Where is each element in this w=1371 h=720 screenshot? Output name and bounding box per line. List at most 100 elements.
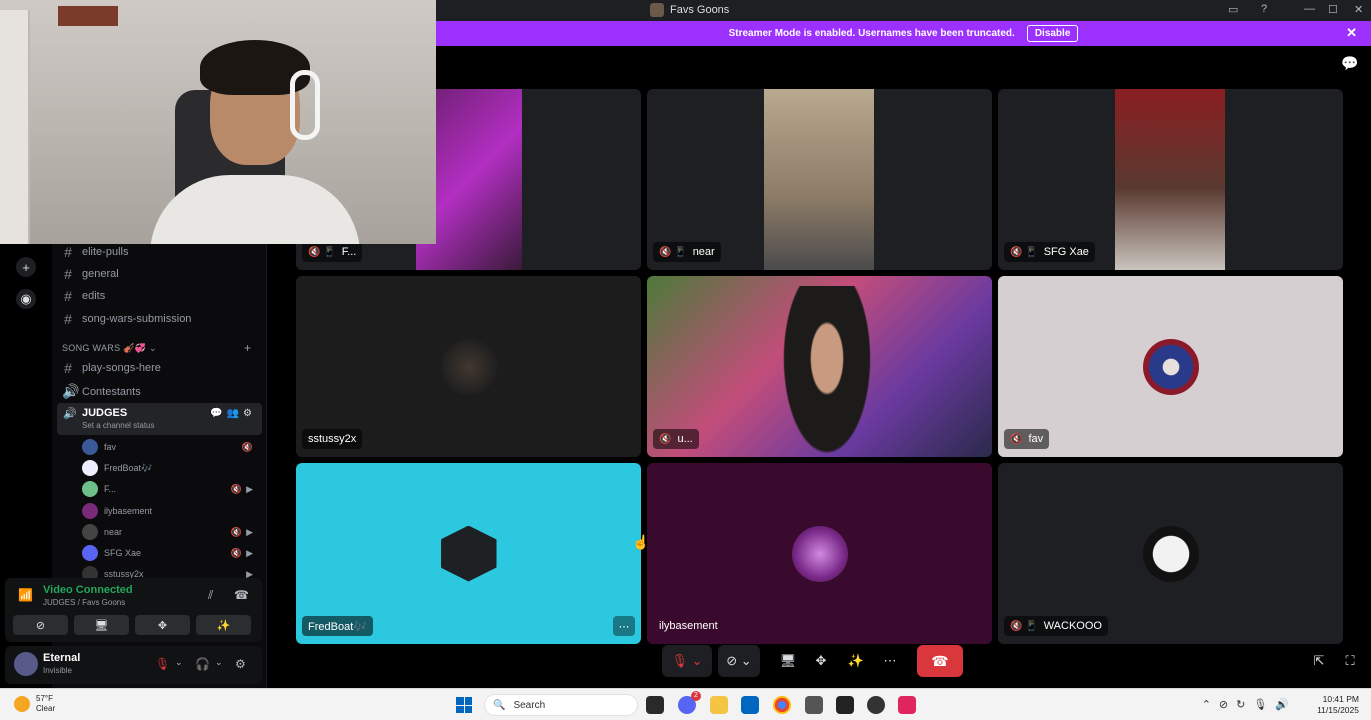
weather-widget[interactable]: 57°F Clear: [14, 694, 55, 714]
more-options-button[interactable]: ⋯: [613, 616, 635, 636]
set-channel-status[interactable]: Set a channel status: [82, 421, 155, 430]
video-tile[interactable]: 🔇 fav: [998, 276, 1343, 457]
video-feed: [777, 286, 877, 457]
server-icon: [650, 3, 664, 17]
discover-icon[interactable]: ◉: [16, 289, 36, 309]
voice-channel-path[interactable]: JUDGES / Favs Goons: [43, 598, 125, 607]
voice-member[interactable]: FredBoat🎶: [82, 460, 257, 476]
avatar: [1142, 525, 1199, 582]
soundboard-button[interactable]: ✨: [196, 615, 251, 635]
tile-label: 🔇 📱 SFG Xae: [1004, 242, 1095, 262]
fredboat-avatar: [440, 525, 497, 582]
channel-general[interactable]: # general: [62, 266, 119, 282]
inbox-icon[interactable]: ▭: [1228, 3, 1238, 16]
voice-member[interactable]: F... 🔇▶: [82, 481, 257, 497]
store-icon[interactable]: [741, 696, 759, 714]
activities-icon[interactable]: ✥: [810, 645, 832, 677]
tile-label: ilybasement: [659, 620, 718, 632]
voice-member[interactable]: SFG Xae 🔇▶: [82, 545, 257, 561]
camera-toggle-button[interactable]: ⊘ ⌄: [718, 645, 760, 677]
avatar: [82, 439, 98, 455]
headphones-icon: [290, 70, 320, 140]
video-tile[interactable]: 🔇 u...: [647, 276, 992, 457]
video-tile[interactable]: 🔇 📱 SFG Xae: [998, 89, 1343, 270]
soundboard-icon[interactable]: ✨: [845, 645, 867, 677]
channel-actions[interactable]: 💬👥⚙: [210, 408, 256, 419]
disconnect-icon[interactable]: ☎: [234, 588, 249, 602]
camera-off-button[interactable]: ⊘: [13, 615, 68, 635]
add-server-icon[interactable]: +: [16, 257, 36, 277]
chevron-down-icon[interactable]: ⌄: [215, 657, 223, 668]
file-explorer-icon[interactable]: [710, 696, 728, 714]
avatar: [82, 545, 98, 561]
add-channel-icon[interactable]: +: [244, 341, 251, 355]
mute-mic-button[interactable]: 🎙 ⌄: [662, 645, 712, 677]
video-feed: [1115, 89, 1225, 270]
video-feed: [440, 338, 497, 395]
channel-elite-pulls[interactable]: # elite-pulls: [62, 244, 128, 260]
app-icon[interactable]: [805, 696, 823, 714]
epic-games-icon[interactable]: [836, 696, 854, 714]
noise-suppression-icon[interactable]: ⫽: [208, 588, 213, 603]
window-title: Favs Goons: [650, 3, 729, 17]
banner-close-icon[interactable]: ✕: [1346, 25, 1357, 41]
chat-icon[interactable]: 💬: [1341, 55, 1358, 72]
app-icon[interactable]: [867, 696, 885, 714]
tiktok-icon[interactable]: [898, 696, 916, 714]
avatar: [791, 525, 848, 582]
settings-gear-icon[interactable]: ⚙: [235, 657, 246, 671]
taskbar-search[interactable]: 🔍 Search: [484, 694, 638, 716]
task-view-icon[interactable]: [646, 696, 664, 714]
more-icon[interactable]: ⋯: [879, 645, 901, 677]
maximize-button[interactable]: ☐: [1328, 3, 1338, 16]
disable-button[interactable]: Disable: [1026, 25, 1079, 42]
webcam-background: [0, 10, 30, 244]
video-tile[interactable]: sstussy2x: [296, 276, 641, 457]
tile-label: 🔇 u...: [653, 429, 699, 449]
chevron-down-icon[interactable]: ⌄: [175, 657, 183, 668]
avatar: [82, 481, 98, 497]
minimize-button[interactable]: —: [1304, 3, 1315, 15]
voice-channel-judges[interactable]: 🔊 JUDGES Set a channel status 💬👥⚙: [57, 403, 262, 435]
banner-text: Streamer Mode is enabled. Usernames have…: [728, 28, 1015, 39]
voice-member[interactable]: fav 🔇: [82, 439, 257, 455]
voice-member[interactable]: ilybasement: [82, 503, 257, 519]
video-tile[interactable]: ilybasement: [647, 463, 992, 644]
video-tile[interactable]: FredBoat🎶 ⋯: [296, 463, 641, 644]
channel-edits[interactable]: # edits: [62, 288, 105, 304]
mic-muted-icon[interactable]: 🎙: [155, 657, 170, 671]
member-icons: 🔇▶: [230, 547, 257, 558]
channel-song-wars-submission[interactable]: # song-wars-submission: [62, 311, 191, 327]
channel-play-songs-here[interactable]: # play-songs-here: [62, 360, 161, 376]
avatar[interactable]: [14, 652, 38, 676]
weather-icon: [14, 696, 30, 712]
mouse-cursor-icon: ☝: [632, 534, 650, 550]
fullscreen-icon[interactable]: ⛶: [1340, 645, 1360, 677]
activities-button[interactable]: ✥: [135, 615, 190, 635]
notification-badge: 2: [691, 691, 701, 701]
help-icon[interactable]: ?: [1261, 3, 1267, 15]
clock[interactable]: 10:41 PM 11/15/2025: [1317, 694, 1359, 716]
video-feed: [764, 89, 874, 270]
hash-icon: #: [64, 266, 72, 282]
avatar: [82, 503, 98, 519]
disconnect-button[interactable]: ☎: [917, 645, 963, 677]
system-tray[interactable]: ⌃⊘↻🎙🔊: [1202, 698, 1297, 711]
voice-member[interactable]: near 🔇▶: [82, 524, 257, 540]
close-window-button[interactable]: ✕: [1354, 3, 1363, 16]
share-screen-icon[interactable]: 🖥: [777, 645, 799, 677]
chrome-icon[interactable]: [773, 696, 791, 714]
share-screen-button[interactable]: 🖥: [74, 615, 129, 635]
category-song-wars[interactable]: SONG WARS 🎻💞 ⌄: [62, 343, 157, 354]
speaker-icon: 🔊: [63, 408, 77, 420]
signal-icon: 📶: [18, 588, 33, 602]
windows-taskbar: 57°F Clear 🔍 Search 2 ⌃⊘↻🎙🔊 10:41 PM 11/15/…: [0, 688, 1371, 720]
popout-icon[interactable]: ⇱: [1309, 645, 1329, 677]
headphones-icon[interactable]: 🎧: [195, 657, 210, 671]
video-tile[interactable]: 🔇 📱 WACKOOO: [998, 463, 1343, 644]
start-button[interactable]: [456, 697, 472, 713]
tile-label: sstussy2x: [302, 429, 363, 449]
hash-icon: #: [64, 244, 72, 260]
voice-channel-contestants[interactable]: 🔊 Contestants: [62, 383, 141, 400]
video-tile[interactable]: 🔇 📱 near: [647, 89, 992, 270]
